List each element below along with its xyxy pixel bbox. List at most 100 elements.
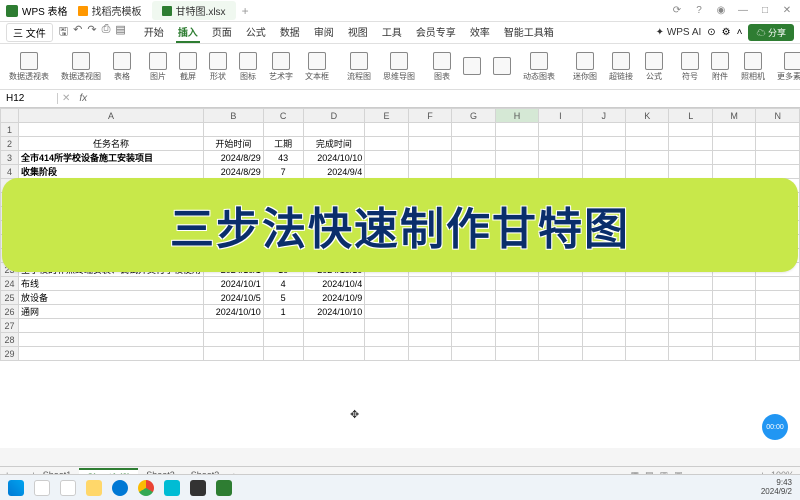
col-header-J[interactable]: J [582,109,625,123]
cell-J1[interactable] [582,123,625,137]
cell-G3[interactable] [452,151,495,165]
ribbon-形状[interactable]: 形状 [206,52,230,82]
cell-K24[interactable] [626,277,669,291]
cell-A26[interactable]: 通网 [18,305,203,319]
app-icon-2[interactable] [190,480,206,496]
cell-A28[interactable] [18,333,203,347]
print-icon[interactable]: ⎙ [102,23,111,42]
user-avatar-icon[interactable]: ◉ [714,5,728,16]
cell-G25[interactable] [452,291,495,305]
ribbon-照相机[interactable]: 照相机 [738,52,768,82]
cell-I3[interactable] [539,151,582,165]
cell-L3[interactable] [669,151,712,165]
edge-icon[interactable] [112,480,128,496]
row-header-3[interactable]: 3 [1,151,19,165]
col-header-H[interactable]: H [495,109,538,123]
new-tab-button[interactable]: + [242,4,249,18]
cell-C3[interactable]: 43 [263,151,303,165]
help-icon[interactable]: ? [692,5,706,16]
cell-M26[interactable] [712,305,755,319]
ribbon-思维导图[interactable]: 思维导图 [380,52,418,82]
cell-L4[interactable] [669,165,712,179]
cell-N4[interactable] [756,165,800,179]
titlebar-tab-file[interactable]: 甘特图.xlsx [152,1,236,20]
cell-E4[interactable] [365,165,408,179]
cell-I27[interactable] [539,319,582,333]
ribbon-tab-页面[interactable]: 页面 [210,22,234,43]
cell-F26[interactable] [408,305,451,319]
ribbon-item13[interactable] [490,57,514,76]
settings-icon[interactable]: ⚙ [722,27,731,38]
cell-J26[interactable] [582,305,625,319]
ribbon-数据透视图[interactable]: 数据透视图 [58,52,104,82]
fx-icon[interactable]: fx [74,93,92,104]
ribbon-超链接[interactable]: 超链接 [606,52,636,82]
cell-H3[interactable] [495,151,538,165]
cell-J27[interactable] [582,319,625,333]
cell-J2[interactable] [582,137,625,151]
cell-D27[interactable] [303,319,365,333]
cell-H26[interactable] [495,305,538,319]
cell-N28[interactable] [756,333,800,347]
wps-ai-button[interactable]: ✦ WPS AI [656,27,702,38]
minimize-icon[interactable]: — [736,5,750,16]
ribbon-流程图[interactable]: 流程图 [344,52,374,82]
search-taskbar-icon[interactable] [34,480,50,496]
cell-E29[interactable] [365,347,408,361]
cell-I24[interactable] [539,277,582,291]
cell-N3[interactable] [756,151,800,165]
cell-M24[interactable] [712,277,755,291]
cell-E28[interactable] [365,333,408,347]
col-header-E[interactable]: E [365,109,408,123]
cell-L26[interactable] [669,305,712,319]
cell-N25[interactable] [756,291,800,305]
col-header-K[interactable]: K [626,109,669,123]
cell-N29[interactable] [756,347,800,361]
cell-D2[interactable]: 完成时间 [303,137,365,151]
cell-F1[interactable] [408,123,451,137]
col-header-D[interactable]: D [303,109,365,123]
cell-H4[interactable] [495,165,538,179]
cell-K2[interactable] [626,137,669,151]
cell-A1[interactable] [18,123,203,137]
search-icon[interactable]: ⊙ [707,27,715,38]
cell-J3[interactable] [582,151,625,165]
cell-I26[interactable] [539,305,582,319]
cancel-fx-icon[interactable]: ✕ [58,93,74,104]
cell-D4[interactable]: 2024/9/4 [303,165,365,179]
cell-C1[interactable] [263,123,303,137]
select-all-corner[interactable] [1,109,19,123]
cell-M29[interactable] [712,347,755,361]
undo-icon[interactable]: ↶ [73,23,82,42]
ribbon-tab-会员专享[interactable]: 会员专享 [414,22,458,43]
cell-G2[interactable] [452,137,495,151]
ribbon-tab-智能工具箱[interactable]: 智能工具箱 [502,22,556,43]
ribbon-tab-开始[interactable]: 开始 [142,22,166,43]
cell-F2[interactable] [408,137,451,151]
cell-A2[interactable]: 任务名称 [18,137,203,151]
cell-G27[interactable] [452,319,495,333]
col-header-M[interactable]: M [712,109,755,123]
row-header-28[interactable]: 28 [1,333,19,347]
cell-C29[interactable] [263,347,303,361]
ribbon-艺术字[interactable]: 艺术字 [266,52,296,82]
col-header-C[interactable]: C [263,109,303,123]
cell-G28[interactable] [452,333,495,347]
cell-I29[interactable] [539,347,582,361]
cell-I2[interactable] [539,137,582,151]
row-header-4[interactable]: 4 [1,165,19,179]
cell-C25[interactable]: 5 [263,291,303,305]
sync-icon[interactable]: ⟳ [670,5,684,16]
cell-N2[interactable] [756,137,800,151]
cell-H28[interactable] [495,333,538,347]
ribbon-tab-效率[interactable]: 效率 [468,22,492,43]
cell-M3[interactable] [712,151,755,165]
cell-L28[interactable] [669,333,712,347]
cell-M27[interactable] [712,319,755,333]
recording-timer-bubble[interactable]: 00:00 [762,414,788,440]
cell-D26[interactable]: 2024/10/10 [303,305,365,319]
row-header-29[interactable]: 29 [1,347,19,361]
cell-B24[interactable]: 2024/10/1 [203,277,263,291]
cell-B1[interactable] [203,123,263,137]
col-header-A[interactable]: A [18,109,203,123]
